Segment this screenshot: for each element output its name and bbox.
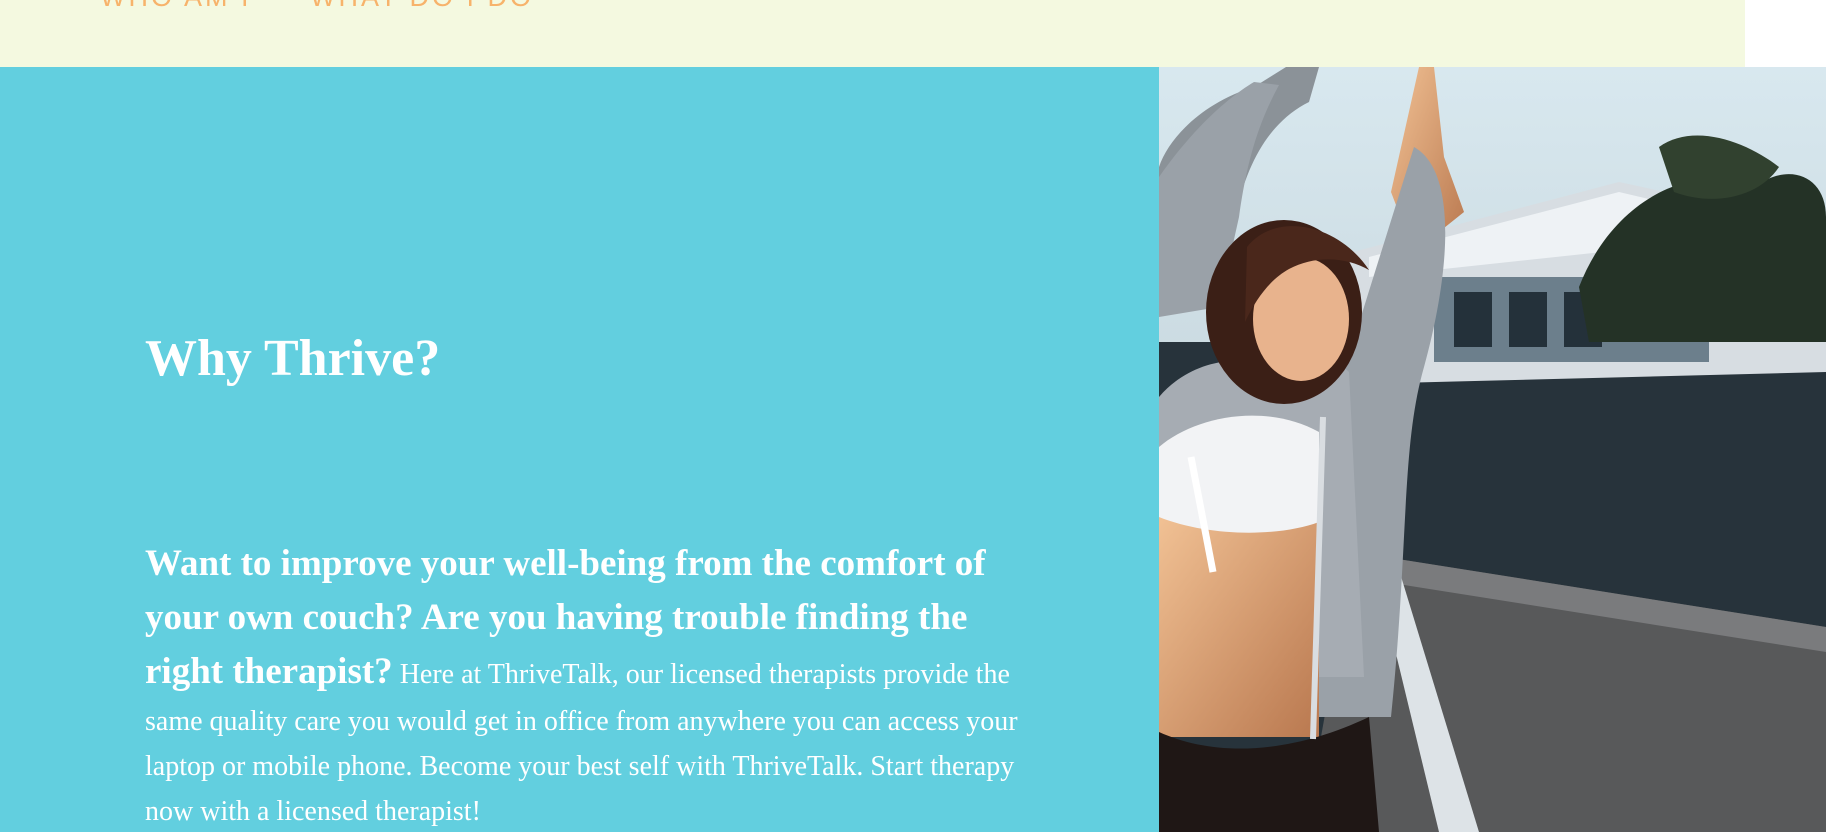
section-copy: Want to improve your well-being from the… xyxy=(145,537,1025,832)
nav-link-who-am-i[interactable]: WHO AM I xyxy=(100,0,252,13)
hero-photo xyxy=(1159,67,1826,832)
top-navigation-bar: WHO AM I WHAT DO I DO xyxy=(0,0,1745,67)
section-heading: Why Thrive? xyxy=(145,330,441,387)
hero-photo-illustration xyxy=(1159,67,1826,832)
nav-link-what-do-i-do[interactable]: WHAT DO I DO xyxy=(310,0,534,13)
why-thrive-section: Why Thrive? Want to improve your well-be… xyxy=(0,67,1159,832)
